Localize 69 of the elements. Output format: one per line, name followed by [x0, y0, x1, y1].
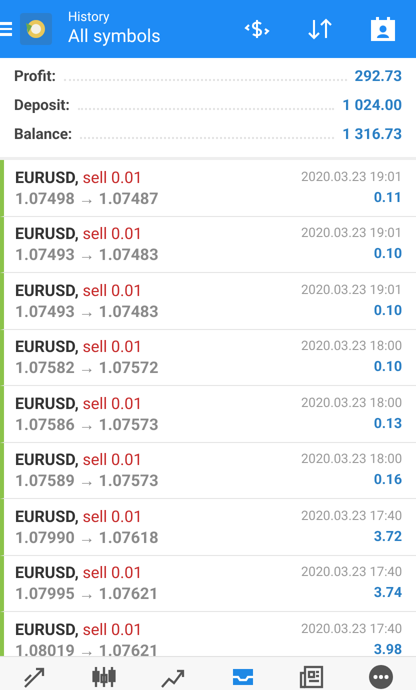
deal-time: 2020.03.23 19:01 [301, 225, 402, 244]
deal-time: 2020.03.23 17:40 [301, 564, 402, 582]
deal-profit: 3.72 [374, 528, 402, 547]
deal-action: sell 0.01 [82, 562, 142, 584]
deal-symbol: EURUSD, [15, 449, 79, 470]
deal-prices: 1.07493 → 1.07483 [15, 300, 158, 322]
deal-action: sell 0.01 [82, 223, 142, 244]
deal-profit: 0.10 [374, 302, 402, 321]
deal-time: 2020.03.23 19:01 [301, 168, 402, 187]
deal-symbol: EURUSD, [15, 336, 79, 358]
deal-prices: 1.07498 → 1.07487 [15, 188, 158, 209]
deal-prices: 1.07493 → 1.07483 [15, 244, 158, 266]
deal-symbol: EURUSD, [15, 392, 79, 414]
deal-symbol: EURUSD, [15, 280, 79, 301]
deal-action: sell 0.01 [82, 449, 142, 470]
deal-time: 2020.03.23 18:00 [301, 394, 402, 413]
deal-prices: 1.08019 → 1.07621 [15, 640, 158, 656]
deal-symbol: EURUSD, [15, 166, 79, 188]
deal-symbol: EURUSD, [15, 618, 79, 640]
deal-row[interactable]: EURUSD, sell 0.01 1.07586 → 1.07573 2020.03.23 18:00 0.13 [0, 386, 416, 442]
deal-time: 2020.03.23 18:00 [301, 451, 402, 470]
deal-symbol: EURUSD, [15, 223, 79, 244]
deal-time: 2020.03.23 18:00 [301, 338, 402, 356]
deal-prices: 1.07582 → 1.07572 [15, 357, 158, 378]
deal-profit: 0.11 [374, 188, 402, 208]
deal-prices: 1.07586 → 1.07573 [15, 414, 158, 435]
newspaper-icon [298, 663, 326, 690]
deal-prices: 1.07589 → 1.07573 [15, 470, 158, 492]
deal-row[interactable]: EURUSD, sell 0.01 1.07498 → 1.07487 2020.03.23 19:01 0.11 [0, 160, 416, 216]
deal-prices: 1.07995 → 1.07621 [15, 583, 158, 604]
header-subtitle: History [68, 10, 110, 26]
summary-value: 1 024.00 [342, 95, 402, 116]
deal-profit: 3.74 [374, 584, 402, 604]
deal-row[interactable]: EURUSD, sell 0.01 1.07493 → 1.07483 2020.03.23 19:01 0.10 [0, 273, 416, 330]
deal-action: sell 0.01 [82, 166, 142, 188]
menu-icon[interactable] [0, 22, 12, 36]
nav-tab[interactable] [367, 663, 396, 690]
deal-action: sell 0.01 [82, 392, 142, 414]
deal-profit: 0.16 [374, 471, 402, 490]
deal-profit: 0.13 [374, 414, 402, 434]
deal-time: 2020.03.23 19:01 [301, 282, 402, 300]
deal-profit: 0.10 [374, 358, 402, 378]
app-logo-icon [20, 13, 52, 45]
currency-icon[interactable] [244, 17, 270, 41]
summary-label: Balance: [14, 124, 72, 146]
deal-row[interactable]: EURUSD, sell 0.01 1.07589 → 1.07573 2020.03.23 18:00 0.16 [0, 442, 416, 499]
header-title: All symbols [68, 26, 161, 48]
deal-row[interactable]: EURUSD, sell 0.01 1.07582 → 1.07572 2020.03.23 18:00 0.10 [0, 330, 416, 386]
calendar-icon[interactable] [370, 16, 396, 42]
deal-symbol: EURUSD, [15, 562, 79, 584]
deal-action: sell 0.01 [82, 280, 142, 301]
deal-row[interactable]: EURUSD, sell 0.01 1.07995 → 1.07621 2020.03.23 17:40 3.74 [0, 556, 416, 612]
deal-row[interactable]: EURUSD, sell 0.01 1.07990 → 1.07618 2020.03.23 17:40 3.72 [0, 499, 416, 556]
summary-label: Profit: [14, 66, 56, 88]
summary-value: 292.73 [354, 66, 402, 88]
deal-time: 2020.03.23 17:40 [301, 620, 402, 639]
summary-value: 1 316.73 [342, 124, 402, 146]
deal-row[interactable]: EURUSD, sell 0.01 1.07493 → 1.07483 2020.03.23 19:01 0.10 [0, 216, 416, 273]
deal-profit: 3.98 [374, 640, 402, 656]
deal-action: sell 0.01 [82, 336, 142, 358]
deal-time: 2020.03.23 17:40 [301, 508, 402, 526]
nav-tab[interactable] [298, 663, 326, 690]
deal-action: sell 0.01 [82, 618, 142, 640]
deal-prices: 1.07990 → 1.07618 [15, 526, 158, 548]
sort-icon[interactable] [306, 17, 334, 41]
deal-action: sell 0.01 [82, 506, 142, 527]
deal-symbol: EURUSD, [15, 506, 79, 527]
summary-label: Deposit: [14, 95, 70, 116]
deal-profit: 0.10 [374, 245, 402, 264]
